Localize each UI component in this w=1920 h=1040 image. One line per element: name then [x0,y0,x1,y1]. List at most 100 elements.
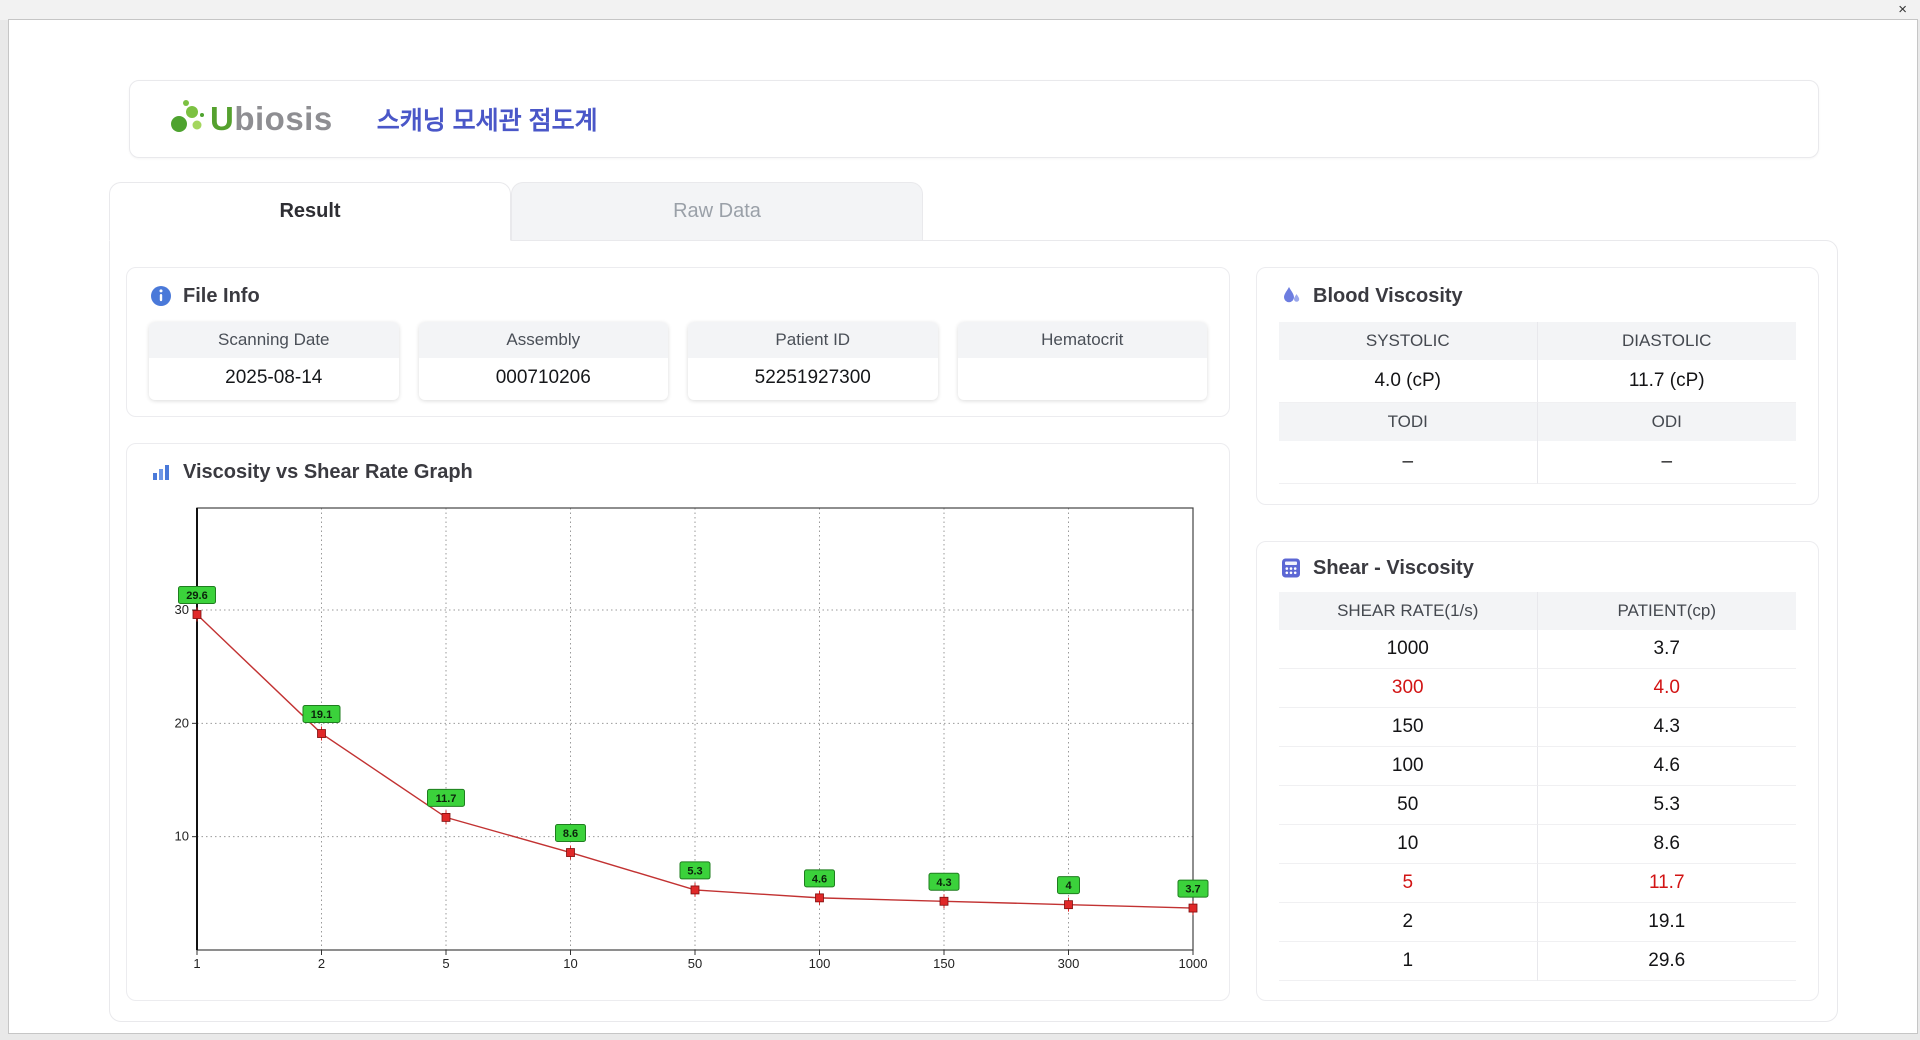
right-column: Blood Viscosity SYSTOLIC DIASTOLIC 4.0 (… [1256,267,1819,1001]
sv-shear-rate-value: 1000 [1279,630,1538,669]
bar-chart-icon [153,465,169,480]
tab-raw-data[interactable]: Raw Data [511,182,923,240]
svg-text:29.6: 29.6 [186,590,207,602]
close-icon[interactable]: × [1898,2,1907,18]
table-row: 1000 3.7 [1279,630,1796,669]
svg-text:4.6: 4.6 [812,873,827,885]
table-row: 50 5.3 [1279,786,1796,825]
field-label: Assembly [418,322,668,358]
file-info-field-assembly: Assembly 000710206 [418,322,668,400]
droplet-icon [1284,287,1300,303]
table-row: 5 11.7 [1279,864,1796,903]
sv-patient-value: 11.7 [1537,864,1796,903]
field-value: 2025-08-14 [225,367,323,388]
left-column: File Info Scanning Date 2025-08-14 Assembl… [126,267,1230,1001]
table-row: 2 19.1 [1279,903,1796,942]
svg-text:50: 50 [688,956,702,970]
table-row: 150 4.3 [1279,708,1796,747]
sv-shear-rate-value: 300 [1279,669,1538,708]
graph-title: Viscosity vs Shear Rate Graph [183,460,473,483]
shear-viscosity-table: SHEAR RATE(1/s) PATIENT(cp) 1000 3.7 300 4.… [1279,592,1796,981]
blood-viscosity-header: Blood Viscosity [1279,284,1796,308]
info-icon [151,286,171,306]
field-label: Scanning Date [149,322,399,358]
sv-patient-value: 29.6 [1537,942,1796,981]
sv-patient-value: 4.6 [1537,747,1796,786]
svg-text:4.3: 4.3 [936,877,951,889]
blood-viscosity-title: Blood Viscosity [1313,284,1463,307]
field-value: 000710206 [495,367,591,388]
tab-bar: Result Raw Data [109,182,1838,241]
svg-text:19.1: 19.1 [311,709,332,721]
bv-value-diastolic: 11.7 (cP) [1537,360,1796,403]
table-row: 300 4.0 [1279,669,1796,708]
ubiosis-logo: Ubiosis [166,97,333,141]
sv-shear-rate-value: 150 [1279,708,1538,747]
file-info-field-patient-id: Patient ID 52251927300 [688,322,938,400]
svg-text:11.7: 11.7 [436,793,457,805]
svg-text:4: 4 [1065,880,1072,892]
sv-rows: 1000 3.7 300 4.0 150 4.3 100 4.6 50 5.3 10 8.6 5 11.7… [1279,630,1796,981]
bv-value-odi: – [1537,441,1796,484]
sv-patient-value: 19.1 [1537,903,1796,942]
page-title: 스캐닝 모세관 점도계 [376,107,598,135]
window-titlebar: × [0,0,1920,20]
sv-patient-value: 4.0 [1537,669,1796,708]
bv-header-row: SYSTOLIC DIASTOLIC [1279,322,1796,360]
logo-text: Ubiosis [210,100,333,137]
shear-viscosity-title: Shear - Viscosity [1313,556,1474,579]
svg-text:10: 10 [175,829,189,844]
svg-text:1000: 1000 [1179,956,1208,970]
sv-header-shear-rate: SHEAR RATE(1/s) [1279,592,1538,630]
header: Ubiosis 스캐닝 모세관 점도계 [129,80,1819,158]
sv-header-row: SHEAR RATE(1/s) PATIENT(cp) [1279,592,1796,630]
file-info-field-hematocrit: Hematocrit [957,322,1208,400]
svg-text:30: 30 [175,602,189,617]
graph-card: Viscosity vs Shear Rate Graph 10 20 30 1 2 5 1… [126,443,1230,1001]
sv-shear-rate-value: 1 [1279,942,1538,981]
field-value: 52251927300 [754,367,871,388]
svg-text:2: 2 [318,956,325,970]
file-info-title: File Info [183,284,260,307]
table-row: 10 8.6 [1279,825,1796,864]
sv-patient-value: 3.7 [1537,630,1796,669]
app-window: Ubiosis 스캐닝 모세관 점도계 Result Raw Data File… [8,19,1918,1034]
field-label: Hematocrit [957,322,1207,358]
table-row: 100 4.6 [1279,747,1796,786]
bv-header-diastolic: DIASTOLIC [1537,322,1796,360]
viscosity-chart: 10 20 30 1 2 5 10 50 100 150 300 1000 29.6 19.1 11.7 8.… [175,507,1209,970]
table-row: 1 29.6 [1279,942,1796,981]
ubiosis-dots-icon [171,100,204,132]
sv-patient-value: 4.3 [1537,708,1796,747]
bv-value-row: – – [1279,441,1796,484]
bv-value-row: 4.0 (cP) 11.7 (cP) [1279,360,1796,403]
graph-header: Viscosity vs Shear Rate Graph [149,460,1207,484]
sv-shear-rate-value: 2 [1279,903,1538,942]
bv-header-row: TODI ODI [1279,403,1796,441]
sv-patient-value: 5.3 [1537,786,1796,825]
svg-text:5: 5 [442,956,449,970]
bv-header-todi: TODI [1279,403,1538,441]
svg-text:10: 10 [563,956,577,970]
svg-text:8.6: 8.6 [563,828,578,840]
file-info-header: File Info [149,284,1207,308]
tab-result[interactable]: Result [109,182,511,241]
svg-text:150: 150 [933,956,955,970]
field-value [958,358,1208,398]
content-panel: File Info Scanning Date 2025-08-14 Assembl… [109,240,1838,1022]
bv-value-todi: – [1279,441,1538,484]
file-info-field-scanning-date: Scanning Date 2025-08-14 [149,322,399,400]
sv-shear-rate-value: 100 [1279,747,1538,786]
bv-header-odi: ODI [1537,403,1796,441]
sv-patient-value: 8.6 [1537,825,1796,864]
svg-text:300: 300 [1058,956,1080,970]
svg-text:3.7: 3.7 [1185,884,1200,896]
bv-header-systolic: SYSTOLIC [1279,322,1538,360]
sv-header-patient: PATIENT(cp) [1537,592,1796,630]
svg-text:100: 100 [809,956,831,970]
blood-viscosity-card: Blood Viscosity SYSTOLIC DIASTOLIC 4.0 (… [1256,267,1819,505]
sv-shear-rate-value: 10 [1279,825,1538,864]
svg-text:1: 1 [193,956,200,970]
sv-shear-rate-value: 50 [1279,786,1538,825]
shear-viscosity-header: Shear - Viscosity [1279,556,1796,580]
